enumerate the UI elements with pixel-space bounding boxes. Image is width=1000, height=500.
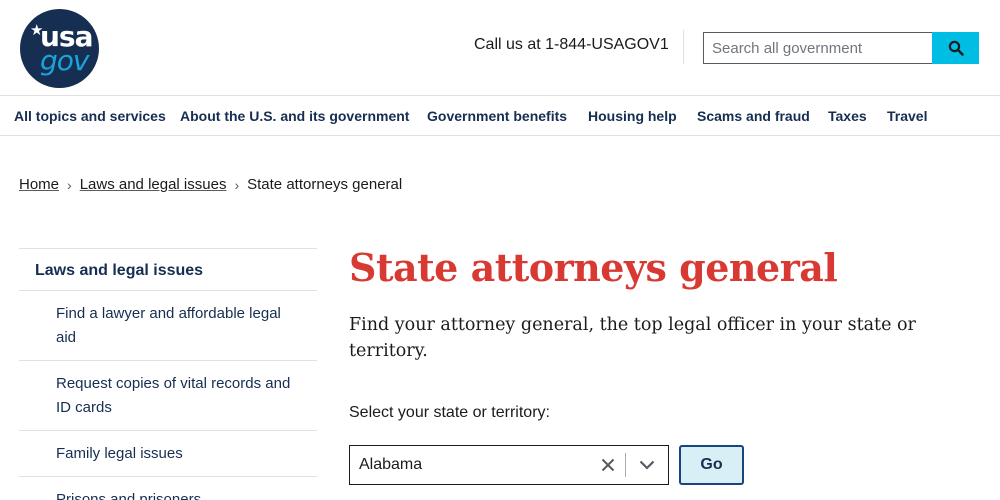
nav-taxes[interactable]: Taxes [828,108,867,124]
main-nav: All topics and services About the U.S. a… [0,95,1000,136]
sidebar-heading-link[interactable]: Laws and legal issues [19,248,317,291]
sidebar-item-vital-records[interactable]: Request copies of vital records and ID c… [19,361,317,431]
search-form [703,32,979,64]
lead-paragraph: Find your attorney general, the top lega… [349,315,916,361]
go-button[interactable]: Go [679,445,744,485]
sidebar-nav: Laws and legal issues Find a lawyer and … [19,248,317,500]
header-divider [683,30,684,64]
chevron-right-icon: › [234,176,240,193]
usagov-logo[interactable]: ★ usa gov [20,9,99,88]
nav-all-topics[interactable]: All topics and services [14,108,166,124]
chevron-right-icon: › [67,176,72,193]
chevron-down-icon[interactable] [626,446,668,484]
sidebar-item-prisons[interactable]: Prisons and prisoners [19,477,317,500]
state-select-label: Select your state or territory: [349,404,550,421]
breadcrumb-home-link[interactable]: Home [19,176,59,193]
search-input[interactable] [703,32,932,64]
nav-travel[interactable]: Travel [887,108,927,124]
nav-housing-help[interactable]: Housing help [588,108,677,124]
state-combobox[interactable]: Alabama [349,445,669,485]
nav-about-government[interactable]: About the U.S. and its government [180,108,409,124]
breadcrumb-current: State attorneys general [247,176,403,193]
clear-icon[interactable] [591,446,625,484]
state-combobox-value[interactable]: Alabama [350,456,591,474]
breadcrumb-section-link[interactable]: Laws and legal issues [80,176,227,193]
search-button[interactable] [932,32,979,64]
search-icon [948,40,964,56]
logo-gov-text: gov [40,44,89,77]
breadcrumb: Home › Laws and legal issues › State att… [19,176,402,193]
site-header: ★ usa gov Call us at 1-844-USAGOV1 [0,0,1000,95]
sidebar-item-find-lawyer[interactable]: Find a lawyer and affordable legal aid [19,291,317,361]
nav-scams-fraud[interactable]: Scams and fraud [697,108,810,124]
call-us-text[interactable]: Call us at 1-844-USAGOV1 [474,36,669,54]
nav-government-benefits[interactable]: Government benefits [427,108,567,124]
page-title: State attorneys general [349,245,838,290]
sidebar-item-family-legal[interactable]: Family legal issues [19,431,317,477]
